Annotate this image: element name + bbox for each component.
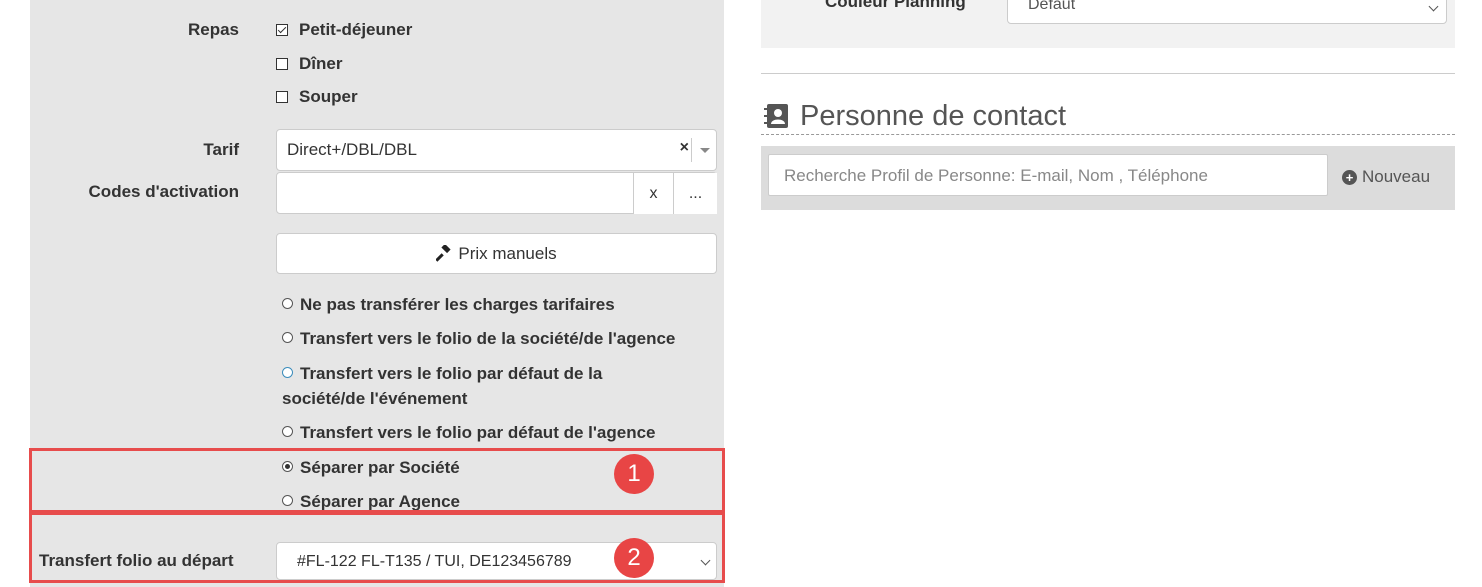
- annotation-badge-1: 1: [614, 454, 654, 494]
- codes-activation-input[interactable]: [277, 173, 633, 213]
- radio-label-line2: société/de l'événement: [282, 389, 468, 408]
- prix-manuels-label: Prix manuels: [458, 243, 557, 263]
- tarif-label: Tarif: [203, 140, 239, 159]
- radio-label: Transfert vers le folio de la société/de…: [300, 329, 676, 348]
- checkbox-label: Souper: [299, 87, 358, 106]
- contact-search-input[interactable]: Recherche Profil de Personne: E-mail, No…: [768, 154, 1328, 196]
- radio-label-line1: Transfert vers le folio par défaut de la: [300, 364, 603, 383]
- radio-button[interactable]: [282, 332, 293, 343]
- codes-activation-label: Codes d'activation: [88, 182, 239, 201]
- tarif-clear-button[interactable]: ×: [680, 139, 689, 157]
- checkbox-diner[interactable]: [276, 58, 288, 70]
- tarif-value: Direct+/DBL/DBL: [287, 140, 417, 159]
- radio-label: Ne pas transférer les charges tarifaires: [300, 295, 615, 314]
- annotation-badge-2: 2: [614, 538, 654, 578]
- radio-transfert-defaut-societe-evenement[interactable]: Transfert vers le folio par défaut de la…: [282, 361, 682, 411]
- radio-ne-pas-transferer[interactable]: Ne pas transférer les charges tarifaires: [282, 292, 615, 317]
- contact-section-title: Personne de contact: [800, 100, 1067, 132]
- radio-transfert-defaut-agence[interactable]: Transfert vers le folio par défaut de l'…: [282, 420, 656, 445]
- checkbox-souper[interactable]: [276, 91, 288, 103]
- tarif-separator: [691, 138, 692, 162]
- repas-option-diner[interactable]: Dîner: [276, 54, 342, 74]
- search-placeholder: Recherche Profil de Personne: E-mail, No…: [784, 166, 1208, 185]
- radio-button[interactable]: [282, 298, 293, 309]
- radio-transfert-societe-agence[interactable]: Transfert vers le folio de la société/de…: [282, 326, 675, 351]
- tarif-select[interactable]: Direct+/DBL/DBL ×: [276, 129, 717, 171]
- prix-manuels-button[interactable]: Prix manuels: [276, 233, 717, 274]
- couleur-planning-label: Couleur Planning: [825, 0, 966, 11]
- checkbox-label: Dîner: [299, 54, 343, 73]
- contact-card-icon: [764, 104, 788, 128]
- radio-button[interactable]: [282, 367, 293, 378]
- contact-title-underline: [761, 134, 1455, 135]
- repas-option-souper[interactable]: Souper: [276, 87, 358, 107]
- nouveau-label: Nouveau: [1362, 167, 1431, 186]
- section-divider: [761, 73, 1455, 74]
- repas-option-petit-dejeuner[interactable]: Petit-déjeuner: [276, 20, 412, 40]
- checkbox-petit-dejeuner[interactable]: [276, 24, 288, 36]
- gavel-icon: [436, 244, 451, 262]
- couleur-planning-select[interactable]: Défaut: [1007, 0, 1447, 24]
- repas-label: Repas: [187, 20, 239, 39]
- codes-clear-button[interactable]: x: [633, 173, 673, 214]
- radio-label: Transfert vers le folio par défaut de l'…: [300, 423, 656, 442]
- radio-button[interactable]: [282, 426, 293, 437]
- codes-activation-field: x ...: [276, 172, 717, 214]
- caret-down-icon[interactable]: [700, 148, 710, 153]
- codes-more-button[interactable]: ...: [673, 173, 717, 214]
- checkbox-label: Petit-déjeuner: [299, 20, 413, 39]
- plus-circle-icon: +: [1342, 169, 1357, 185]
- chevron-down-icon: [1428, 1, 1439, 12]
- nouveau-button[interactable]: + Nouveau: [1342, 167, 1430, 187]
- couleur-planning-value: Défaut: [1028, 0, 1076, 13]
